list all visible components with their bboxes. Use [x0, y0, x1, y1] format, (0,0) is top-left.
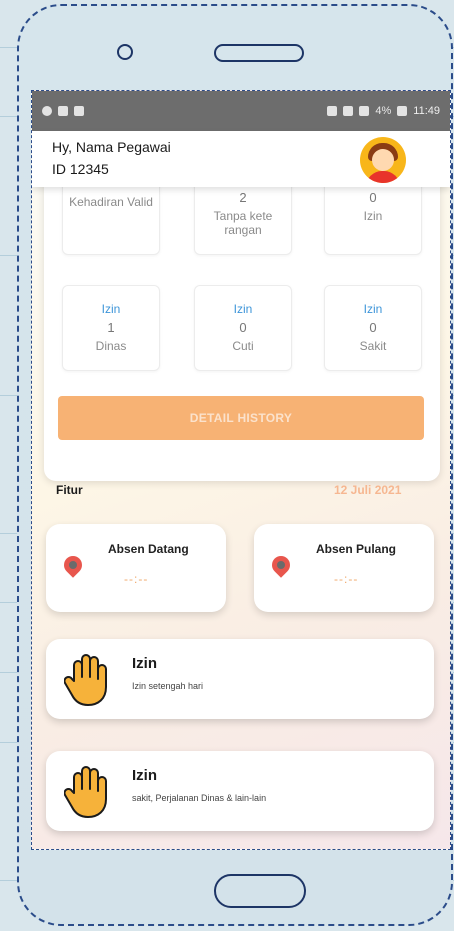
clock: 11:49: [413, 105, 440, 117]
status-bar: 4% 11:49: [32, 91, 450, 131]
current-date: 12 Juli 2021: [334, 483, 402, 497]
stat-number: 1: [107, 320, 115, 335]
greeting-text: Hy, Nama Pegawai: [52, 139, 171, 155]
battery-percent: 4%: [375, 105, 392, 117]
home-button[interactable]: [214, 874, 306, 908]
notification-icon: [58, 106, 68, 116]
battery-icon: [397, 106, 408, 116]
summary-card: 5 Kehadiran Valid 2 Tanpa kete rangan 0 …: [44, 171, 440, 481]
stat-label: Kehadiran Valid: [69, 195, 153, 209]
absen-title: Absen Pulang: [316, 542, 397, 556]
whatsapp-icon: [42, 106, 52, 116]
stat-title: Izin: [101, 302, 121, 316]
absen-datang-card[interactable]: Absen Datang --:--: [46, 524, 226, 612]
stat-label: Izin: [363, 209, 383, 223]
avatar[interactable]: [360, 137, 406, 183]
alarm-icon: [327, 106, 338, 116]
izin-title: Izin: [132, 655, 157, 672]
stat-izin-cuti[interactable]: Izin 0 Cuti: [194, 285, 292, 371]
location-pin-icon: [268, 552, 294, 578]
izin-subtitle: Izin setengah hari: [132, 681, 204, 691]
izin-subtitle: sakit, Perjalanan Dinas & lain-lain: [132, 793, 267, 803]
employee-id: ID 12345: [52, 161, 109, 177]
stat-number: 2: [239, 190, 247, 205]
speaker-slot: [214, 44, 304, 62]
absen-pulang-card[interactable]: Absen Pulang --:--: [254, 524, 434, 612]
detail-history-button[interactable]: DETAIL HISTORY: [58, 396, 424, 440]
avatar-body: [366, 171, 400, 183]
absen-time: --:--: [334, 572, 359, 586]
stat-number: 0: [369, 320, 377, 335]
hand-icon: [64, 654, 107, 706]
stat-izin-dinas[interactable]: Izin 1 Dinas: [62, 285, 160, 371]
app-header: Hy, Nama Pegawai ID 12345: [32, 131, 450, 187]
absen-title: Absen Datang: [108, 542, 189, 556]
section-title: Fitur: [56, 483, 83, 497]
message-icon: [74, 106, 84, 116]
avatar-face: [372, 149, 394, 171]
stat-izin-sakit[interactable]: Izin 0 Sakit: [324, 285, 422, 371]
izin-title: Izin: [132, 767, 157, 784]
stat-title: Izin: [363, 302, 383, 316]
izin-setengah-hari-card[interactable]: Izin Izin setengah hari: [46, 639, 434, 719]
wifi-icon: [343, 106, 354, 116]
location-pin-icon: [60, 552, 86, 578]
stat-label: Cuti: [232, 339, 254, 353]
signal-icon: [359, 106, 370, 116]
stat-title: Izin: [233, 302, 253, 316]
stat-label: Tanpa kete rangan: [213, 209, 273, 237]
app-screen: 4% 11:49 Hy, Nama Pegawai ID 12345 5 Keh…: [31, 90, 451, 850]
stat-label: Sakit: [359, 339, 387, 353]
izin-sakit-dinas-card[interactable]: Izin sakit, Perjalanan Dinas & lain-lain: [46, 751, 434, 831]
stat-number: 0: [239, 320, 247, 335]
stat-label: Dinas: [95, 339, 127, 353]
absen-time: --:--: [124, 572, 149, 586]
stat-izin[interactable]: 0 Izin: [324, 177, 422, 255]
stat-tanpa-keterangan[interactable]: 2 Tanpa kete rangan: [194, 177, 292, 255]
stat-number: 0: [369, 190, 377, 205]
hand-icon: [64, 766, 107, 818]
stat-kehadiran-valid[interactable]: 5 Kehadiran Valid: [62, 174, 160, 255]
camera-icon: [117, 44, 133, 60]
